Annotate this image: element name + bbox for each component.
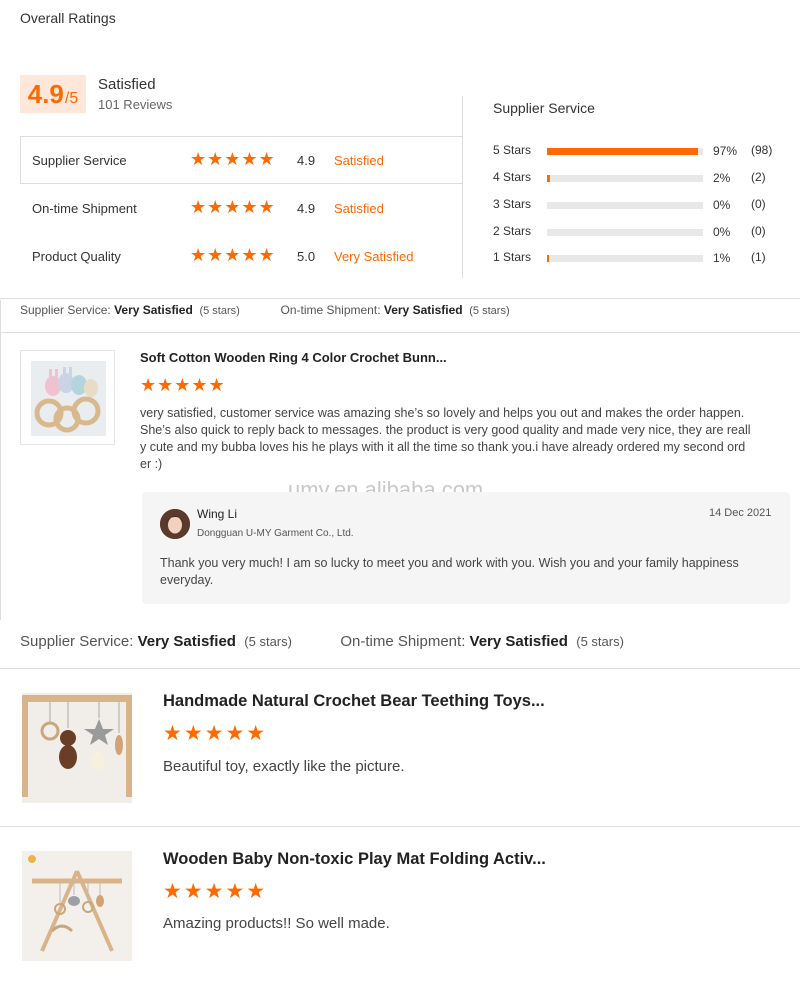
- distribution-bar-fill: [547, 148, 699, 155]
- distribution-bar-fill: [547, 175, 551, 182]
- reply-text: Thank you very much! I am so lucky to me…: [160, 556, 739, 587]
- distribution-percent: 1%: [713, 251, 731, 265]
- product-image: [22, 693, 132, 803]
- distribution-label: 4 Stars: [493, 170, 532, 184]
- distribution-bar: [547, 229, 703, 236]
- overall-score-badge: 4.9 /5: [20, 75, 86, 113]
- distribution-bar: [547, 255, 703, 262]
- product-title[interactable]: Soft Cotton Wooden Ring 4 Color Crochet …: [140, 350, 447, 365]
- distribution-percent: 0%: [713, 225, 731, 239]
- overall-score-max: /5: [64, 90, 79, 107]
- review-stars: ★★★★★: [163, 722, 268, 745]
- criteria-score: 4.9: [297, 201, 316, 216]
- distribution-row-5-stars: 5 Stars 97% (98): [493, 143, 783, 159]
- product-image: [22, 851, 132, 961]
- supplier-service-stars: (5 stars): [199, 305, 240, 317]
- criteria-level: Satisfied: [334, 153, 384, 168]
- distribution-count: (0): [751, 224, 766, 238]
- distribution-row-2-stars: 2 Stars 0% (0): [493, 224, 783, 240]
- criteria-name: On-time Shipment: [32, 201, 137, 216]
- supplier-service-stars: (5 stars): [244, 634, 292, 649]
- review-text: very satisfied, customer service was ama…: [140, 406, 751, 471]
- criteria-table: Supplier Service ★★★★★ 4.9 Satisfied On-…: [20, 136, 463, 278]
- distribution-count: (1): [751, 250, 766, 264]
- criteria-score: 5.0: [297, 249, 316, 264]
- supplier-reply: Wing Li Dongguan U-MY Garment Co., Ltd. …: [142, 492, 790, 604]
- review-rating-summary: Supplier Service: Very Satisfied (5 star…: [20, 633, 624, 650]
- product-thumbnail[interactable]: [20, 350, 115, 445]
- distribution-row-3-stars: 3 Stars 0% (0): [493, 197, 783, 213]
- review-text: Amazing products!! So well made.: [163, 915, 390, 932]
- product-thumbnail[interactable]: [22, 693, 132, 803]
- product-title[interactable]: Handmade Natural Crochet Bear Teething T…: [163, 692, 545, 711]
- shipment-value: Very Satisfied: [383, 303, 463, 317]
- criteria-stars: ★★★★★: [190, 197, 276, 217]
- shipment-value: Very Satisfied: [469, 633, 568, 650]
- reply-company: Dongguan U-MY Garment Co., Ltd.: [197, 528, 354, 539]
- distribution-percent: 97%: [713, 144, 738, 158]
- distribution-bar: [547, 148, 703, 155]
- product-image: [31, 361, 106, 436]
- overall-satisfaction-label: Satisfied: [98, 76, 156, 93]
- distribution-bar-fill: [547, 255, 549, 262]
- review-rating-summary: Supplier Service: Very Satisfied (5 star…: [20, 303, 510, 317]
- section-separator: [0, 332, 800, 333]
- criteria-stars: ★★★★★: [190, 245, 276, 265]
- review-count: 101 Reviews: [98, 97, 173, 112]
- section-separator: [0, 298, 800, 299]
- review-text: Beautiful toy, exactly like the picture.: [163, 758, 405, 775]
- distribution-row-4-stars: 4 Stars 2% (2): [493, 170, 783, 186]
- criteria-name: Supplier Service: [32, 153, 127, 168]
- criteria-row-product-quality: Product Quality ★★★★★ 5.0 Very Satisfied: [32, 245, 452, 267]
- reply-date: 14 Dec 2021: [709, 507, 772, 519]
- distribution-label: 1 Stars: [493, 250, 532, 264]
- product-title[interactable]: Wooden Baby Non-toxic Play Mat Folding A…: [163, 850, 546, 869]
- shipment-stars: (5 stars): [469, 305, 510, 317]
- supplier-service-value: Very Satisfied: [114, 303, 193, 317]
- distribution-count: (0): [751, 197, 766, 211]
- distribution-row-1-stars: 1 Stars 1% (1): [493, 250, 783, 266]
- criteria-score: 4.9: [297, 153, 316, 168]
- criteria-level: Satisfied: [334, 201, 384, 216]
- distribution-count: (98): [751, 143, 773, 157]
- overall-ratings-title: Overall Ratings: [20, 10, 116, 26]
- section-divider: [462, 96, 463, 278]
- shipment-label: On-time Shipment:: [340, 633, 466, 650]
- distribution-label: 2 Stars: [493, 224, 532, 238]
- supplier-service-value: Very Satisfied: [137, 633, 236, 650]
- supplier-service-label: Supplier Service:: [20, 303, 111, 317]
- criteria-row-supplier-service: Supplier Service ★★★★★ 4.9 Satisfied: [32, 149, 452, 171]
- avatar: [160, 509, 190, 539]
- overall-score: 4.9: [27, 79, 64, 109]
- distribution-bar: [547, 175, 703, 182]
- criteria-name: Product Quality: [32, 249, 121, 264]
- review-stars: ★★★★★: [163, 880, 268, 903]
- section-separator: [0, 668, 800, 669]
- section-separator: [0, 826, 800, 827]
- supplier-service-label: Supplier Service:: [20, 633, 134, 650]
- reply-author-name: Wing Li: [197, 507, 238, 521]
- supplier-service-title: Supplier Service: [493, 100, 595, 116]
- distribution-label: 3 Stars: [493, 197, 532, 211]
- criteria-level: Very Satisfied: [334, 249, 414, 264]
- distribution-bar: [547, 202, 703, 209]
- shipment-label: On-time Shipment:: [280, 303, 381, 317]
- shipment-stars: (5 stars): [576, 634, 624, 649]
- criteria-stars: ★★★★★: [190, 149, 276, 169]
- review-stars: ★★★★★: [140, 375, 226, 395]
- distribution-count: (2): [751, 170, 766, 184]
- distribution-percent: 2%: [713, 171, 731, 185]
- distribution-label: 5 Stars: [493, 143, 532, 157]
- product-thumbnail[interactable]: [22, 851, 132, 961]
- distribution-percent: 0%: [713, 198, 731, 212]
- left-border: [0, 300, 1, 620]
- criteria-row-on-time-shipment: On-time Shipment ★★★★★ 4.9 Satisfied: [32, 197, 452, 219]
